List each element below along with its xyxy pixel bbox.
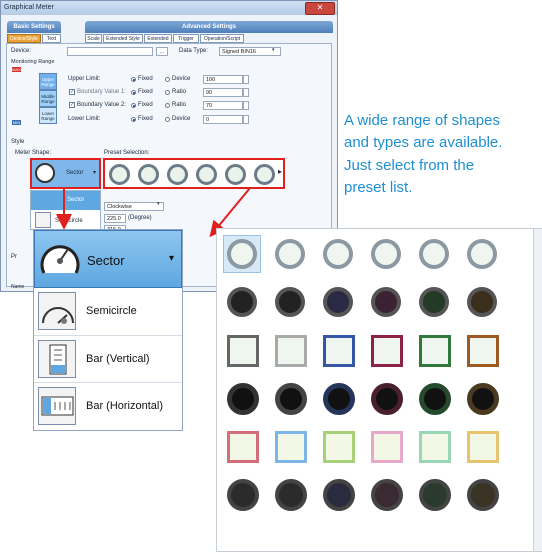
preset-2-3[interactable] — [323, 287, 353, 317]
preset-3-3[interactable] — [323, 335, 355, 367]
preset-2-6[interactable] — [467, 287, 497, 317]
preset-2-2[interactable] — [275, 287, 305, 317]
shape-option-bar-horizontal-label: Bar (Horizontal) — [86, 400, 164, 412]
preset-4-2[interactable] — [275, 383, 307, 415]
preset-6-1[interactable] — [227, 479, 259, 511]
preset-3-1[interactable] — [227, 335, 259, 367]
preset-3-6[interactable] — [467, 335, 499, 367]
preset-5-4[interactable] — [371, 431, 403, 463]
preset-2-4[interactable] — [371, 287, 401, 317]
grid-scrollbar[interactable] — [533, 229, 542, 551]
meter-shape-dropdown: Sector ▾ Semicircle Bar (Vertical) Bar (… — [33, 229, 183, 431]
preset-6-3[interactable] — [323, 479, 355, 511]
preset-1-2[interactable] — [275, 239, 305, 269]
shape-option-semicircle-label: Semicircle — [86, 305, 137, 317]
preset-1-6[interactable] — [467, 239, 497, 269]
preset-2-5[interactable] — [419, 287, 449, 317]
chevron-down-icon: ▾ — [169, 253, 175, 264]
preset-1-4[interactable] — [371, 239, 401, 269]
preset-1-3[interactable] — [323, 239, 353, 269]
preset-5-6[interactable] — [467, 431, 499, 463]
preset-gauge-grid — [216, 228, 542, 552]
preset-4-3[interactable] — [323, 383, 355, 415]
preset-6-4[interactable] — [371, 479, 403, 511]
preset-4-5[interactable] — [419, 383, 451, 415]
sector-gauge-icon — [40, 245, 80, 274]
preset-1-5[interactable] — [419, 239, 449, 269]
preset-1-1[interactable] — [227, 239, 257, 269]
preset-3-5[interactable] — [419, 335, 451, 367]
preset-6-2[interactable] — [275, 479, 307, 511]
preset-6-6[interactable] — [467, 479, 499, 511]
preset-2-1[interactable] — [227, 287, 257, 317]
preset-3-2[interactable] — [275, 335, 307, 367]
shape-option-bar-horizontal[interactable]: Bar (Horizontal) — [34, 382, 182, 429]
semicircle-gauge-icon — [38, 292, 76, 330]
shape-option-bar-vertical[interactable]: Bar (Vertical) — [34, 335, 182, 382]
preset-5-5[interactable] — [419, 431, 451, 463]
preset-4-6[interactable] — [467, 383, 499, 415]
shape-option-bar-vertical-label: Bar (Vertical) — [86, 353, 150, 365]
preset-5-3[interactable] — [323, 431, 355, 463]
bar-horizontal-icon — [38, 387, 76, 425]
preset-3-4[interactable] — [371, 335, 403, 367]
shape-option-sector[interactable]: Sector ▾ — [34, 230, 182, 288]
preset-5-2[interactable] — [275, 431, 307, 463]
preset-4-1[interactable] — [227, 383, 259, 415]
shape-selected-label: Sector — [87, 253, 125, 268]
bar-vertical-icon — [38, 340, 76, 378]
preset-4-4[interactable] — [371, 383, 403, 415]
shape-option-semicircle[interactable]: Semicircle — [34, 288, 182, 335]
preset-5-1[interactable] — [227, 431, 259, 463]
preset-6-5[interactable] — [419, 479, 451, 511]
